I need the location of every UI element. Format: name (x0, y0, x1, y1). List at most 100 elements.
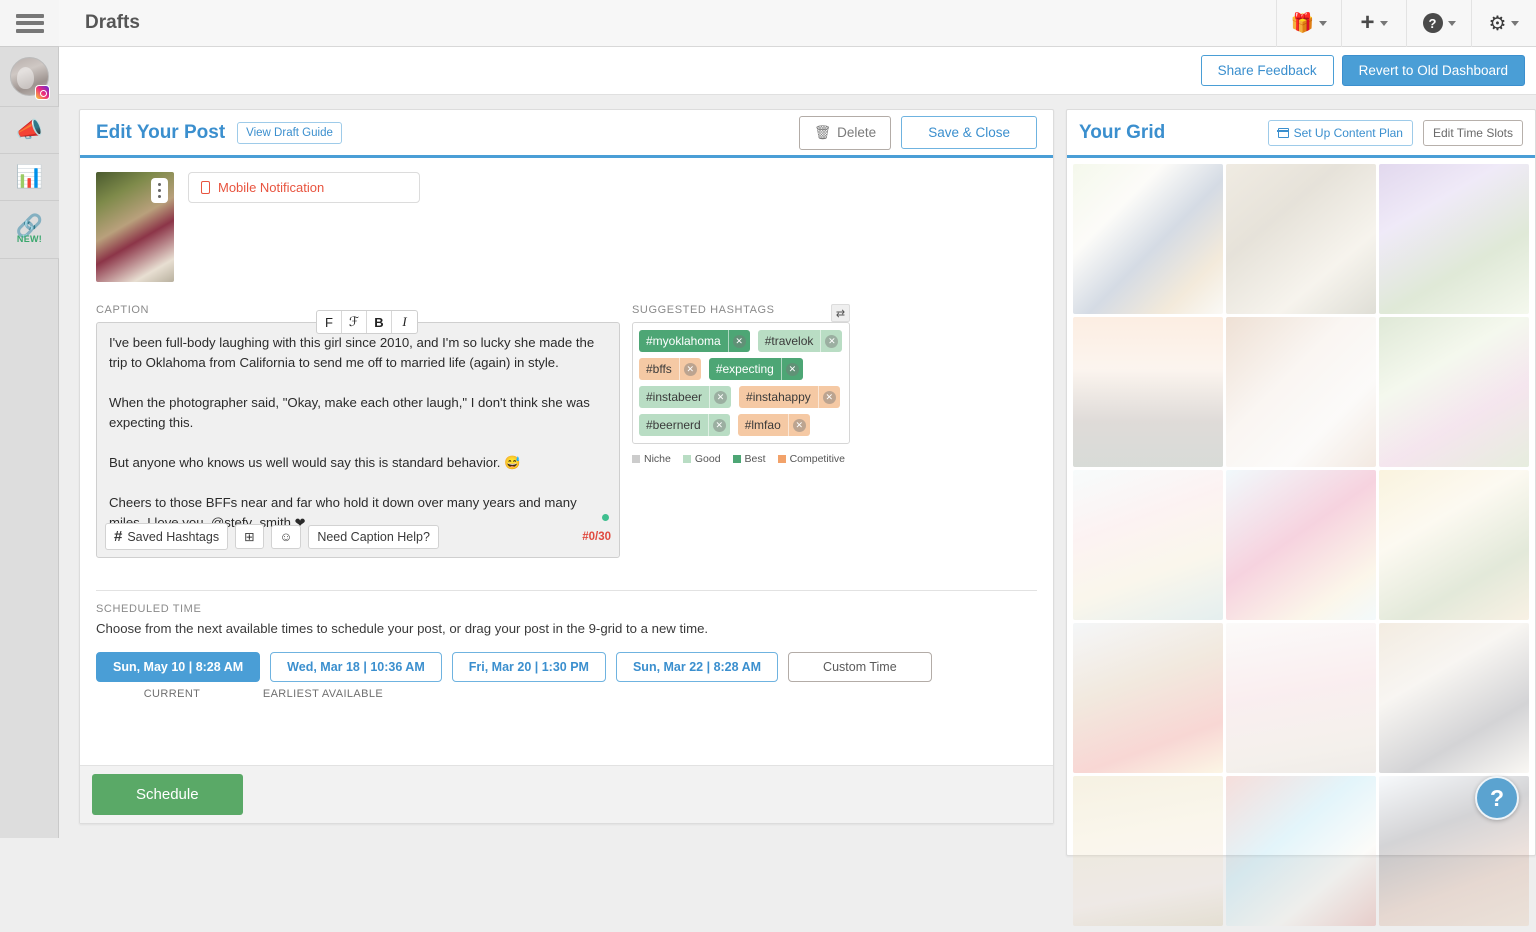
left-rail: 📣 📊 🔗 NEW! (0, 0, 59, 838)
time-slot-button[interactable]: Sun, May 10 | 8:28 AM (96, 652, 260, 682)
suggested-hashtags-section: SUGGESTED HASHTAGS ⇄ #myoklahoma✕#travel… (632, 304, 850, 558)
remove-hashtag-button[interactable]: ✕ (708, 414, 730, 436)
grid-photo-image (1379, 164, 1529, 314)
grid-photo-12[interactable] (1379, 623, 1529, 773)
chevron-down-icon (1380, 21, 1388, 26)
legend-label: Best (745, 453, 766, 465)
hashtag-pill[interactable]: #instabeer✕ (639, 386, 731, 408)
grid-photo-image (1073, 776, 1223, 926)
caption-input[interactable]: F ℱ B I I've been full-body laughing wit… (96, 322, 620, 558)
hashtag-pill[interactable]: #instahappy✕ (739, 386, 840, 408)
hamburger-icon (16, 10, 44, 36)
time-slot-button[interactable]: Sun, Mar 22 | 8:28 AM (616, 652, 778, 682)
schedule-button[interactable]: Schedule (92, 774, 243, 815)
revert-to-old-dashboard-button[interactable]: Revert to Old Dashboard (1342, 55, 1525, 86)
remove-hashtag-button[interactable]: ✕ (781, 358, 803, 380)
mobile-notification-button[interactable]: Mobile Notification (188, 172, 420, 203)
caption-format-toolbar: F ℱ B I (316, 310, 418, 334)
emoji-button[interactable]: ☺ (271, 525, 302, 549)
remove-hashtag-button[interactable]: ✕ (820, 330, 842, 352)
sidebar-item-analytics[interactable]: 📊 (0, 154, 59, 201)
grid-photo-14[interactable] (1226, 776, 1376, 926)
edit-post-card: Edit Your Post View Draft Guide 🗑 Delete… (79, 109, 1054, 824)
hashtag-label: #bffs (639, 358, 679, 380)
remove-hashtag-button[interactable]: ✕ (728, 330, 750, 352)
caption-section: CAPTION F ℱ B I I've been full-body laug… (96, 304, 620, 558)
view-draft-guide-button[interactable]: View Draft Guide (237, 122, 342, 144)
grid-photo-image (1226, 470, 1376, 620)
grid-photo-image (1379, 317, 1529, 467)
hashtag-pill[interactable]: #myoklahoma✕ (639, 330, 750, 352)
bold-button[interactable]: B (367, 311, 392, 333)
hashtag-pill[interactable]: #lmfao✕ (738, 414, 810, 436)
hashtag-pill[interactable]: #beernerd✕ (639, 414, 730, 436)
grid-photo-8[interactable] (1226, 470, 1376, 620)
remove-hashtag-button[interactable]: ✕ (679, 358, 701, 380)
time-slot-caption: CURRENT (96, 688, 248, 700)
grid-photo-image (1379, 623, 1529, 773)
delete-button[interactable]: 🗑 Delete (799, 116, 891, 150)
hash-icon: # (114, 528, 122, 545)
time-option-captions: CURRENTEARLIEST AVAILABLE (96, 688, 1037, 700)
thumbnail-options-button[interactable] (151, 178, 168, 203)
sidebar-item-links[interactable]: 🔗 NEW! (0, 201, 59, 259)
legend-item: Good (683, 453, 721, 465)
settings-menu-button[interactable]: ⚙ (1471, 0, 1536, 47)
saved-hashtags-button[interactable]: # Saved Hashtags (105, 523, 228, 550)
font-normal-button[interactable]: F (317, 311, 342, 333)
add-menu-button[interactable]: + (1341, 0, 1406, 47)
help-fab-button[interactable]: ? (1475, 776, 1519, 820)
grid-photo-13[interactable] (1073, 776, 1223, 926)
grid-photo-4[interactable] (1073, 317, 1223, 467)
grid-photo-6[interactable] (1379, 317, 1529, 467)
grid-photo-image (1226, 776, 1376, 926)
custom-time-button[interactable]: Custom Time (788, 652, 932, 682)
remove-hashtag-button[interactable]: ✕ (788, 414, 810, 436)
italic-button[interactable]: I (392, 311, 417, 333)
account-avatar-button[interactable] (0, 47, 58, 107)
time-slot-button[interactable]: Fri, Mar 20 | 1:30 PM (452, 652, 606, 682)
font-script-button[interactable]: ℱ (342, 311, 367, 333)
grid-photo-image (1226, 317, 1376, 467)
time-slot-button[interactable]: Wed, Mar 18 | 10:36 AM (270, 652, 442, 682)
remove-hashtag-button[interactable]: ✕ (709, 386, 731, 408)
grid-photo-1[interactable] (1073, 164, 1223, 314)
gift-menu-button[interactable]: 🎁 (1276, 0, 1341, 47)
set-up-content-plan-button[interactable]: Set Up Content Plan (1268, 120, 1413, 146)
menu-toggle-button[interactable] (0, 0, 59, 47)
grid-photo-3[interactable] (1379, 164, 1529, 314)
legend-swatch (683, 455, 691, 463)
grid-photo-10[interactable] (1073, 623, 1223, 773)
grid-photo-5[interactable] (1226, 317, 1376, 467)
chevron-down-icon (1319, 21, 1327, 26)
save-and-close-button[interactable]: Save & Close (901, 116, 1037, 149)
sidebar-item-promote[interactable]: 📣 (0, 107, 59, 154)
remove-hashtag-button[interactable]: ✕ (818, 386, 840, 408)
copy-button[interactable]: ⊞ (235, 524, 263, 549)
shuffle-icon[interactable]: ⇄ (831, 304, 850, 322)
edit-time-slots-button[interactable]: Edit Time Slots (1423, 120, 1523, 146)
instagram-icon (35, 85, 50, 100)
hashtag-pill[interactable]: #travelok✕ (758, 330, 843, 352)
post-thumbnail[interactable] (96, 172, 174, 282)
help-circle-icon: ? (1423, 13, 1443, 33)
hashtag-label: #instahappy (739, 386, 818, 408)
need-caption-help-button[interactable]: Need Caption Help? (308, 525, 439, 549)
caption-and-hashtags: CAPTION F ℱ B I I've been full-body laug… (80, 282, 1053, 558)
saved-hashtags-label: Saved Hashtags (127, 530, 219, 544)
sub-bar: Share Feedback Revert to Old Dashboard (59, 47, 1536, 95)
grid-photo-9[interactable] (1379, 470, 1529, 620)
top-bar: Drafts 🎁 + ? ⚙ (59, 0, 1536, 47)
grid-photo-7[interactable] (1073, 470, 1223, 620)
set-up-content-plan-label: Set Up Content Plan (1294, 126, 1403, 140)
divider (96, 590, 1037, 591)
grid-photo-11[interactable] (1226, 623, 1376, 773)
grid-photo-image (1226, 623, 1376, 773)
help-menu-button[interactable]: ? (1406, 0, 1471, 47)
hashtag-legend: NicheGoodBestCompetitive (632, 453, 850, 465)
hashtag-pill[interactable]: #bffs✕ (639, 358, 701, 380)
share-feedback-button[interactable]: Share Feedback (1201, 55, 1334, 86)
hashtag-pill[interactable]: #expecting✕ (709, 358, 803, 380)
grid-photo-2[interactable] (1226, 164, 1376, 314)
caption-status-dot (602, 514, 609, 521)
